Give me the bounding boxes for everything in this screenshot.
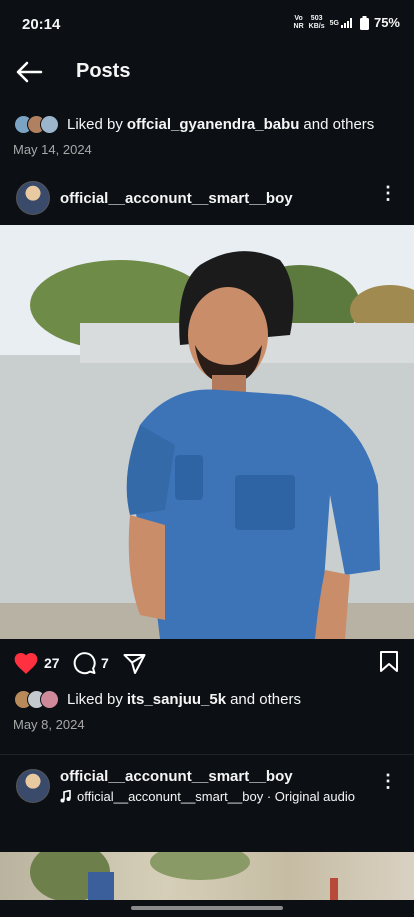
liked-prefix: Liked by	[67, 691, 123, 708]
battery-icon	[359, 16, 369, 30]
post-date: May 8, 2024	[13, 717, 85, 732]
heart-icon	[14, 653, 38, 674]
post-photo-illustration	[0, 225, 414, 639]
post-header: official__acconunt__smart__boy ⋮	[0, 177, 414, 221]
liked-prefix: Liked by	[67, 116, 123, 133]
music-note-icon	[60, 790, 71, 803]
signal-icon: 5G	[330, 18, 355, 28]
avatar	[40, 115, 59, 134]
post-header: official__acconunt__smart__boy official_…	[0, 764, 414, 814]
home-gesture-handle[interactable]	[131, 906, 283, 910]
bookmark-icon[interactable]	[379, 650, 399, 673]
post-actions: 27 7	[0, 648, 414, 678]
liked-by-row[interactable]: Liked by offcial_gyanendra_babu and othe…	[14, 115, 374, 134]
speed-value: 503	[310, 15, 323, 22]
top-header: Posts	[0, 48, 414, 96]
post-photo-illustration	[30, 852, 338, 900]
liked-suffix: and others	[230, 691, 301, 708]
audio-link[interactable]: official__acconunt__smart__boy · Origina…	[60, 789, 355, 804]
status-icons: Vo NR 503 KB/s 5G 75%	[294, 15, 400, 31]
post-username[interactable]: official__acconunt__smart__boy	[60, 768, 293, 785]
liked-username[interactable]: its_sanjuu_5k	[127, 691, 226, 708]
liker-avatars	[14, 115, 59, 134]
speed-unit: KB/s	[308, 23, 325, 30]
liked-username[interactable]: offcial_gyanendra_babu	[127, 116, 300, 133]
comment-button[interactable]: 7	[72, 651, 109, 675]
liked-suffix: and others	[303, 116, 375, 133]
post-image[interactable]	[0, 225, 414, 639]
like-button[interactable]: 27	[13, 651, 60, 675]
more-options-icon[interactable]: ⋮	[378, 772, 398, 790]
avatar[interactable]	[16, 181, 50, 215]
post-date: May 14, 2024	[13, 142, 92, 157]
post-image[interactable]	[0, 852, 414, 900]
page-title: Posts	[76, 60, 131, 82]
status-bar: 20:14 Vo NR 503 KB/s 5G 75%	[0, 0, 414, 48]
divider	[0, 754, 414, 755]
more-options-icon[interactable]: ⋮	[378, 184, 398, 202]
audio-label: official__acconunt__smart__boy · Origina…	[77, 789, 355, 804]
liked-by-row[interactable]: Liked by its_sanjuu_5k and others	[14, 690, 301, 709]
status-time: 20:14	[22, 16, 61, 33]
share-icon[interactable]	[122, 652, 147, 676]
avatar	[40, 690, 59, 709]
comment-count: 7	[101, 655, 109, 671]
liker-avatars	[14, 690, 59, 709]
battery-percent: 75%	[373, 15, 400, 30]
avatar[interactable]	[16, 769, 50, 803]
post-username[interactable]: official__acconunt__smart__boy	[60, 190, 293, 207]
like-count: 27	[44, 655, 60, 671]
comment-icon	[73, 652, 96, 675]
nr-label: NR	[293, 23, 304, 30]
back-arrow-icon[interactable]	[14, 60, 46, 84]
volte-label: Vo	[294, 15, 303, 22]
